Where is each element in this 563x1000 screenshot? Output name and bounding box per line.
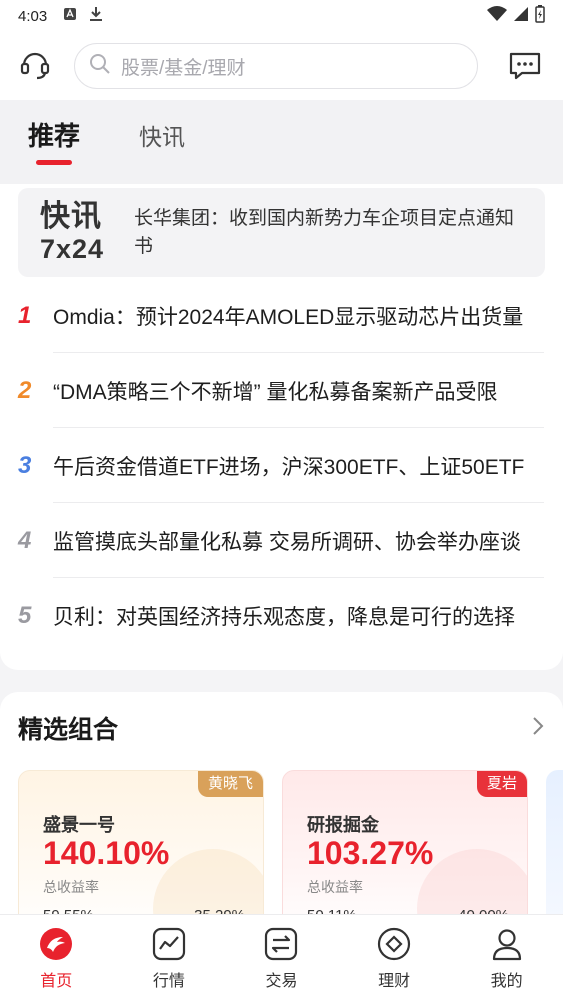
hot-news-title: 贝利：对英国经济持乐观态度，降息是可行的选择	[53, 605, 515, 629]
download-icon	[89, 6, 103, 26]
hot-news-item[interactable]: 3 午后资金借道ETF进场，沪深300ETF、上证50ETF	[0, 428, 563, 503]
news-card: 快讯 7x24 长华集团：收到国内新势力车企项目定点通知书 1 Omdia：预计…	[0, 184, 563, 670]
search-input[interactable]: 股票/基金/理财	[74, 43, 478, 89]
wifi-icon	[487, 6, 507, 26]
flash-news-text: 长华集团：收到国内新势力车企项目定点通知书	[134, 207, 515, 257]
portfolio-name: 研报掘金	[307, 815, 379, 835]
hot-news-title: 午后资金借道ETF进场，沪深300ETF、上证50ETF	[53, 455, 525, 479]
flash-news-banner[interactable]: 快讯 7x24 长华集团：收到国内新势力车企项目定点通知书	[18, 188, 545, 277]
portfolio-return-label: 总收益率	[43, 879, 99, 895]
tab-active-indicator	[36, 160, 72, 165]
hot-news-item[interactable]: 5 贝利：对英国经济持乐观态度，降息是可行的选择	[0, 578, 563, 653]
search-icon	[89, 53, 111, 80]
tab-recommend[interactable]: 推荐	[28, 116, 80, 153]
hot-news-rank: 2	[18, 376, 32, 404]
tab-flash[interactable]: 快讯	[139, 118, 185, 152]
portfolio-section: 精选组合 黄晓飞 盛景一号 140.10% 总收益率 59.55% 35.29%…	[0, 692, 563, 952]
portfolio-return: 140.10%	[43, 835, 170, 871]
notification-app-icon	[63, 7, 77, 25]
status-bar: 4:03	[0, 0, 563, 32]
status-time: 4:03	[18, 7, 48, 25]
portfolio-return-label: 总收益率	[307, 879, 363, 895]
flash-news-logo: 快讯 7x24	[40, 200, 105, 264]
market-chart-icon	[152, 927, 186, 961]
nav-wealth[interactable]: 理财	[338, 915, 451, 1000]
portfolio-manager-badge: 夏岩	[476, 771, 527, 797]
hot-news-title: “DMA策略三个不新增” 量化私募备案新产品受限	[53, 380, 498, 404]
portfolio-header[interactable]: 精选组合	[18, 710, 545, 746]
hot-news-rank: 4	[18, 526, 32, 554]
home-icon	[39, 927, 73, 961]
nav-label: 理财	[378, 973, 411, 990]
hot-news-rank: 1	[18, 301, 32, 329]
portfolio-title: 精选组合	[18, 716, 119, 744]
hot-news-rank: 3	[18, 451, 32, 479]
hot-news-title: 监管摸底头部量化私募 交易所调研、协会举办座谈	[53, 530, 521, 554]
portfolio-manager-badge: 黄晓飞	[197, 771, 263, 797]
nav-trade[interactable]: 交易	[225, 915, 338, 1000]
wealth-icon	[377, 927, 411, 961]
nav-home[interactable]: 首页	[0, 915, 113, 1000]
portfolio-name: 盛景一号	[43, 815, 115, 835]
nav-label: 交易	[265, 973, 298, 990]
hot-news-item[interactable]: 1 Omdia：预计2024年AMOLED显示驱动芯片出货量	[0, 278, 563, 353]
profile-icon	[490, 927, 524, 961]
message-icon	[509, 52, 541, 80]
chevron-right-icon[interactable]	[531, 715, 545, 742]
nav-market[interactable]: 行情	[113, 915, 226, 1000]
hot-news-title: Omdia：预计2024年AMOLED显示驱动芯片出货量	[53, 305, 524, 329]
nav-label: 我的	[490, 973, 523, 990]
signal-icon	[513, 6, 529, 26]
nav-profile[interactable]: 我的	[450, 915, 563, 1000]
message-button[interactable]	[505, 46, 545, 86]
search-placeholder: 股票/基金/理财	[121, 57, 246, 79]
nav-label: 首页	[40, 973, 73, 990]
customer-service-icon[interactable]	[18, 47, 52, 86]
tab-bar: 推荐 快讯	[0, 100, 563, 184]
bottom-nav: 首页 行情 交易 理财 我的	[0, 914, 563, 1000]
top-bar: 股票/基金/理财	[0, 32, 563, 100]
portfolio-return: 103.27%	[307, 835, 434, 871]
battery-icon	[535, 5, 545, 27]
hot-news-item[interactable]: 2 “DMA策略三个不新增” 量化私募备案新产品受限	[0, 353, 563, 428]
hot-news-rank: 5	[18, 601, 32, 629]
trade-exchange-icon	[264, 927, 298, 961]
hot-news-list: 1 Omdia：预计2024年AMOLED显示驱动芯片出货量 2 “DMA策略三…	[0, 278, 563, 653]
nav-label: 行情	[152, 973, 185, 990]
hot-news-item[interactable]: 4 监管摸底头部量化私募 交易所调研、协会举办座谈	[0, 503, 563, 578]
